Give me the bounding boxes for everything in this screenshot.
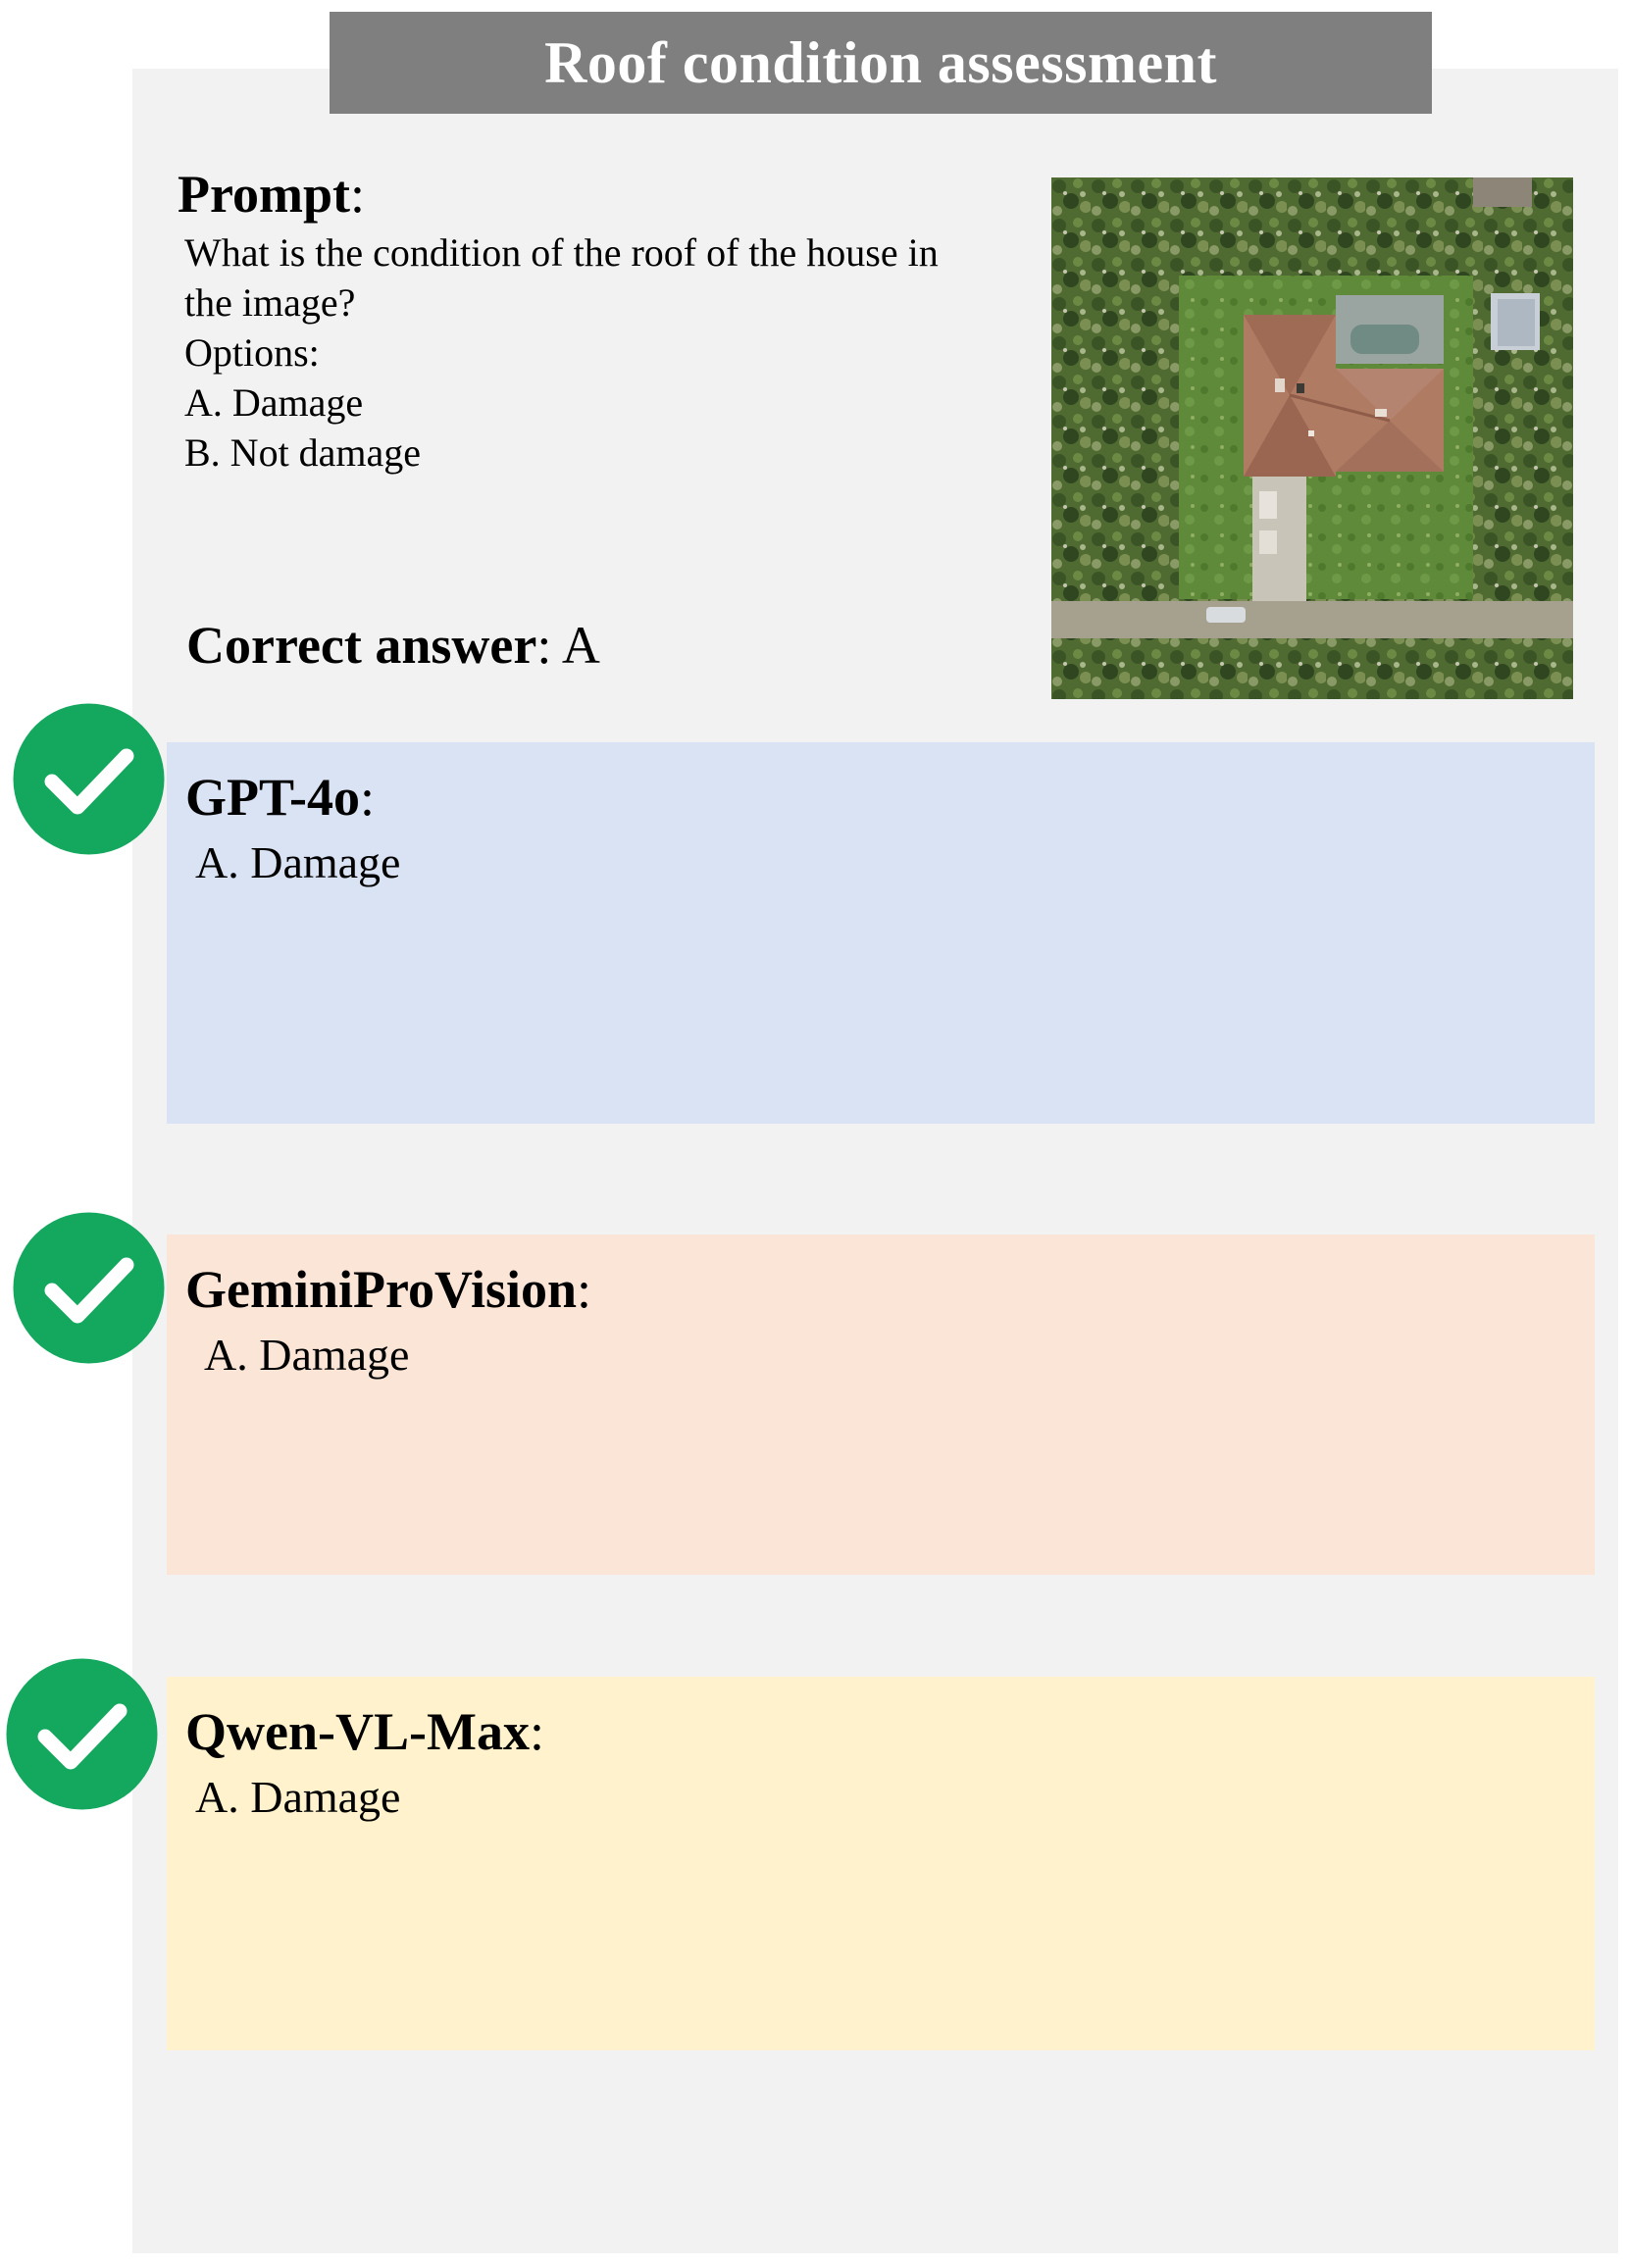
model-name: GeminiProVision: <box>185 1258 591 1321</box>
prompt-heading: Prompt: <box>178 163 365 226</box>
correct-answer-label: Correct answer <box>186 616 537 675</box>
model-name: Qwen-VL-Max: <box>185 1700 544 1763</box>
prompt-label: Prompt <box>178 165 350 224</box>
prompt-options-label: Options: <box>184 330 320 375</box>
model-colon: : <box>529 1702 544 1761</box>
check-circle-icon <box>13 1212 165 1364</box>
response-box-gpt-4o: GPT-4o: A. Damage <box>167 742 1595 1124</box>
model-answer: A. Damage <box>204 1330 410 1380</box>
prompt-colon: : <box>349 165 365 224</box>
model-colon: : <box>577 1260 592 1319</box>
model-label: GPT-4o <box>185 768 361 827</box>
prompt-line: the image? <box>184 280 356 325</box>
aerial-house-image <box>1051 177 1573 699</box>
model-label: GeminiProVision <box>185 1260 578 1319</box>
prompt-option-a: A. Damage <box>184 380 364 425</box>
model-answer: A. Damage <box>195 837 401 887</box>
response-box-gemini: GeminiProVision: A. Damage <box>167 1235 1595 1575</box>
response-box-qwen-vl-max: Qwen-VL-Max: A. Damage <box>167 1677 1595 2050</box>
model-answer: A. Damage <box>195 1772 401 1822</box>
prompt-text: What is the condition of the roof of the… <box>184 227 1028 478</box>
model-colon: : <box>360 768 376 827</box>
check-circle-icon <box>13 703 165 855</box>
prompt-option-b: B. Not damage <box>184 430 422 475</box>
model-name: GPT-4o: <box>185 766 375 829</box>
model-label: Qwen-VL-Max <box>185 1702 530 1761</box>
correct-answer-colon: : <box>536 616 552 675</box>
correct-answer-value: A <box>561 616 600 675</box>
prompt-line: What is the condition of the roof of the… <box>184 230 939 275</box>
correct-answer: Correct answer: A <box>186 614 600 677</box>
page-title: Roof condition assessment <box>330 12 1432 114</box>
check-circle-icon <box>6 1658 158 1810</box>
